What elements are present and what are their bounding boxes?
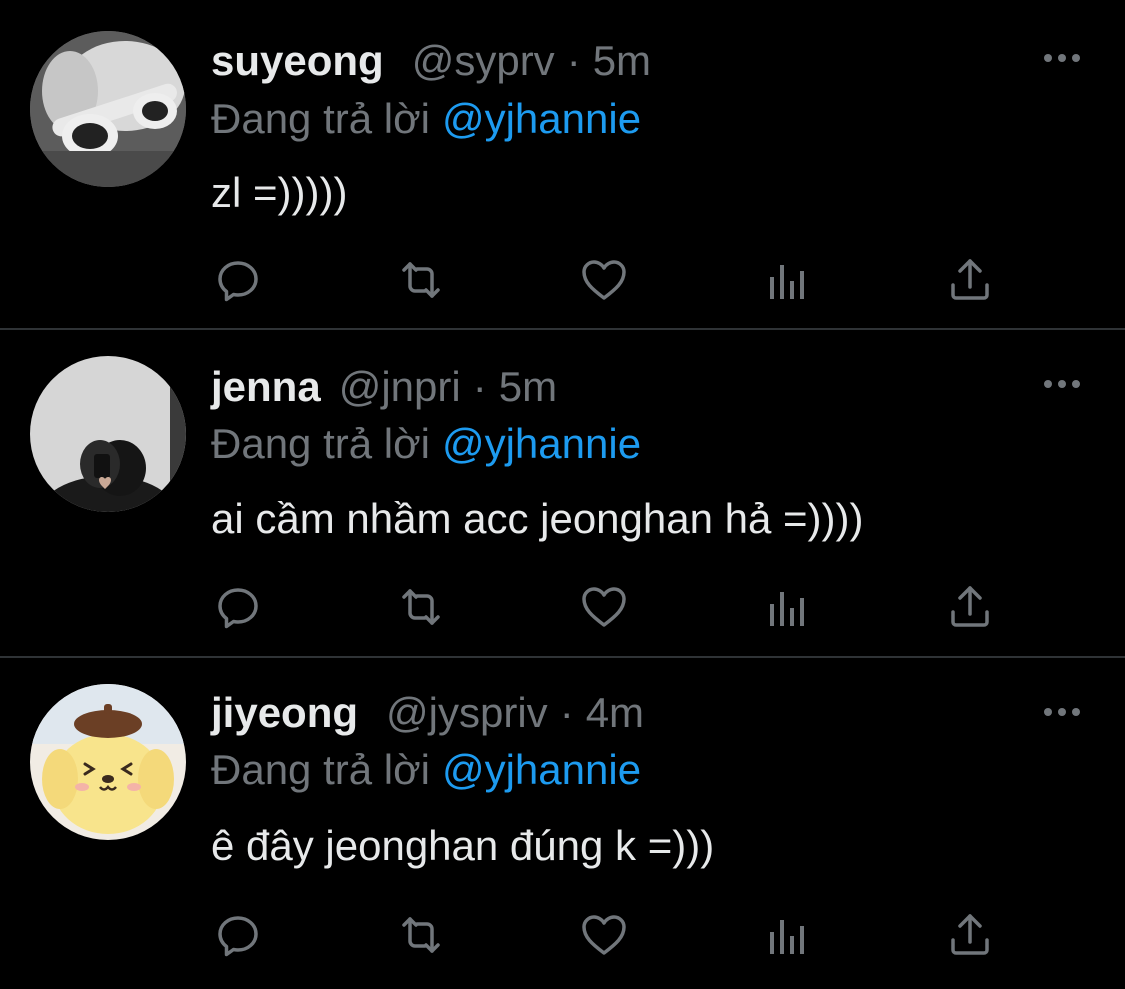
avatar[interactable] — [30, 356, 186, 512]
avatar[interactable] — [30, 31, 186, 187]
like-icon[interactable] — [579, 582, 629, 632]
avatar[interactable] — [30, 684, 186, 840]
replying-to: Đang trả lời @yjhannie — [211, 95, 641, 143]
replying-to: Đang trả lời @yjhannie — [211, 420, 641, 468]
reply-prefix: Đang trả lời — [211, 746, 430, 793]
display-name[interactable]: suyeong — [211, 37, 384, 84]
user-handle[interactable]: @jyspriv — [386, 689, 548, 736]
tweet[interactable]: jenna @jnpri · 5m Đang trả lời @yjhannie ai … — [0, 330, 1125, 658]
like-icon[interactable] — [579, 255, 629, 305]
share-icon[interactable] — [945, 582, 995, 632]
user-handle[interactable]: @jnpri — [339, 363, 461, 410]
tweet-text: ai cầm nhầm acc jeonghan hả =)))) — [211, 495, 864, 542]
retweet-icon[interactable] — [396, 255, 446, 305]
reply-feed: suyeong @syprv · 5m Đang trả lời @yjhannie z… — [0, 0, 1125, 989]
mention-link[interactable]: @yjhannie — [442, 746, 641, 793]
reply-icon[interactable] — [213, 910, 263, 960]
display-name[interactable]: jiyeong — [211, 689, 358, 736]
tweet-text: ê đây jeonghan đúng k =))) — [211, 822, 715, 869]
timestamp[interactable]: 5m — [499, 363, 557, 410]
more-icon[interactable] — [1042, 376, 1082, 392]
views-icon[interactable] — [762, 582, 812, 632]
retweet-icon[interactable] — [396, 582, 446, 632]
tweet[interactable]: suyeong @syprv · 5m Đang trả lời @yjhannie z… — [0, 0, 1125, 330]
views-icon[interactable] — [762, 255, 812, 305]
user-handle[interactable]: @syprv — [412, 37, 555, 84]
replying-to: Đang trả lời @yjhannie — [211, 746, 641, 794]
separator-dot: · — [566, 37, 581, 84]
timestamp[interactable]: 5m — [593, 37, 651, 84]
separator-dot: · — [559, 689, 574, 736]
separator-dot: · — [472, 363, 487, 410]
action-bar — [0, 910, 1125, 970]
reply-icon[interactable] — [213, 255, 263, 305]
mention-link[interactable]: @yjhannie — [442, 95, 641, 142]
action-bar — [0, 255, 1125, 315]
tweet-text: zl =))))) — [211, 169, 348, 216]
action-bar — [0, 582, 1125, 642]
like-icon[interactable] — [579, 910, 629, 960]
share-icon[interactable] — [945, 255, 995, 305]
reply-icon[interactable] — [213, 582, 263, 632]
more-icon[interactable] — [1042, 50, 1082, 66]
reply-prefix: Đang trả lời — [211, 95, 430, 142]
display-name[interactable]: jenna — [211, 363, 321, 410]
more-icon[interactable] — [1042, 704, 1082, 720]
retweet-icon[interactable] — [396, 910, 446, 960]
share-icon[interactable] — [945, 910, 995, 960]
views-icon[interactable] — [762, 910, 812, 960]
mention-link[interactable]: @yjhannie — [442, 420, 641, 467]
tweet[interactable]: jiyeong @jyspriv · 4m Đang trả lời @yjhannie… — [0, 658, 1125, 989]
timestamp[interactable]: 4m — [586, 689, 644, 736]
reply-prefix: Đang trả lời — [211, 420, 430, 467]
